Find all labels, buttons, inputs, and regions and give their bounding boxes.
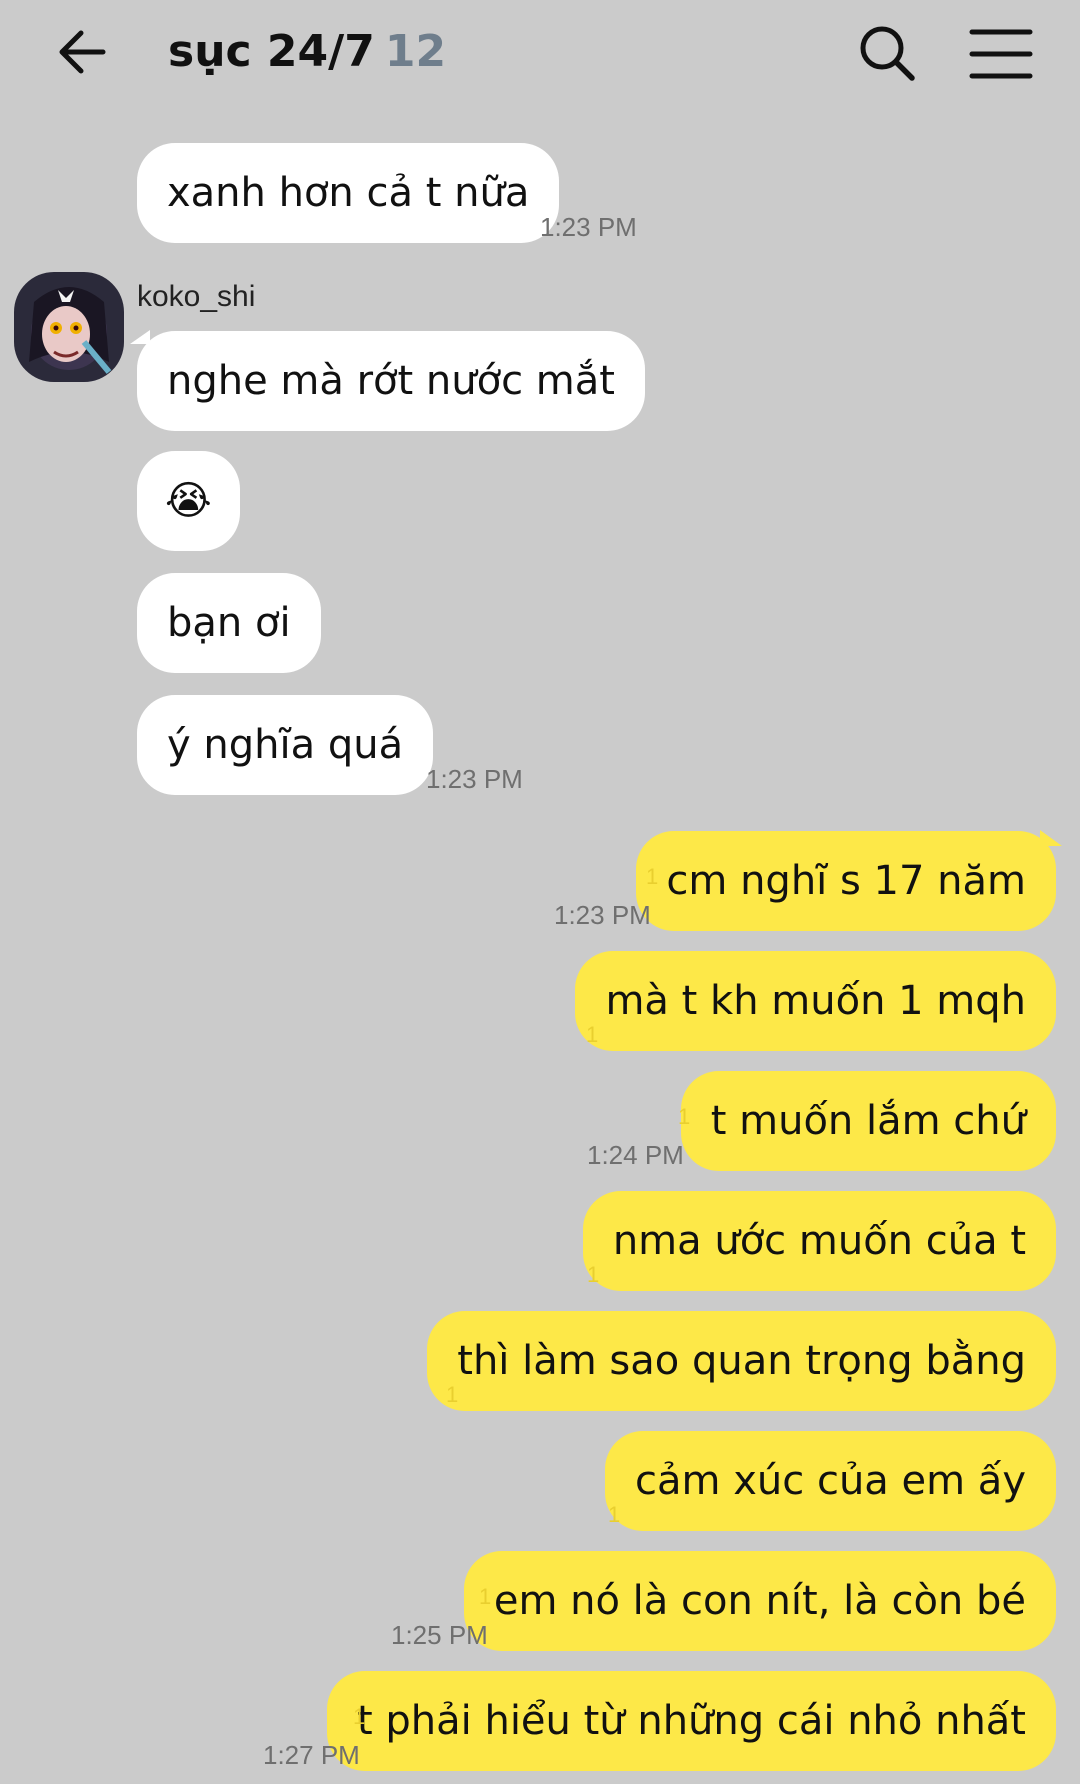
sender-name[interactable]: koko_shi xyxy=(137,280,255,314)
incoming-emoji-bubble[interactable]: 😭 xyxy=(137,451,240,551)
chat-header: sục 24/7 12 xyxy=(0,0,1080,104)
back-button[interactable] xyxy=(52,22,112,82)
menu-button[interactable] xyxy=(966,22,1036,86)
incoming-message-bubble[interactable]: bạn ơi xyxy=(137,573,321,673)
incoming-message-bubble[interactable]: nghe mà rớt nước mắt xyxy=(137,331,645,431)
unread-count: 1 xyxy=(646,864,659,889)
avatar[interactable] xyxy=(14,272,124,382)
arrow-left-icon xyxy=(59,30,106,74)
outgoing-message-bubble[interactable]: t phải hiểu từ những cái nhỏ nhất xyxy=(326,1671,1056,1771)
search-button[interactable] xyxy=(856,22,920,86)
unread-count: 1 xyxy=(479,1584,492,1609)
message-time: 1:23 PM xyxy=(426,764,523,794)
incoming-message-bubble[interactable]: ý nghĩa quá xyxy=(137,695,434,795)
message-time: 1:23 PM xyxy=(554,900,651,930)
incoming-message-bubble[interactable]: xanh hơn cả t nữa xyxy=(137,143,560,243)
outgoing-message-bubble[interactable]: em nó là con nít, là còn bé xyxy=(463,1551,1056,1651)
unread-count: 1 xyxy=(608,1502,621,1527)
outgoing-message-bubble[interactable]: mà t kh muốn 1 mqh xyxy=(575,951,1056,1051)
unread-count: 1 xyxy=(678,1104,691,1129)
outgoing-message-bubble[interactable]: nma ước muốn của t xyxy=(582,1191,1056,1291)
hamburger-menu-icon xyxy=(969,29,1033,79)
message-time: 1:23 PM xyxy=(540,212,637,242)
outgoing-message-bubble[interactable]: t muốn lắm chứ xyxy=(680,1071,1056,1171)
outgoing-message-bubble[interactable]: cm nghĩ s 17 năm xyxy=(636,831,1056,931)
message-time: 1:27 PM xyxy=(263,1740,360,1770)
chat-name: sục 24/7 xyxy=(168,26,375,77)
message-time: 1:24 PM xyxy=(587,1140,684,1170)
member-count: 12 xyxy=(384,26,447,77)
avatar-image xyxy=(14,272,124,382)
message-time: 1:25 PM xyxy=(391,1620,488,1650)
outgoing-message-bubble[interactable]: thì làm sao quan trọng bằng xyxy=(427,1311,1056,1411)
outgoing-message-bubble[interactable]: cảm xúc của em ấy xyxy=(605,1431,1056,1531)
unread-count: 1 xyxy=(586,1022,599,1047)
search-icon xyxy=(860,26,915,81)
unread-count: 1 xyxy=(353,1704,366,1729)
unread-count: 1 xyxy=(587,1262,600,1287)
unread-count: 1 xyxy=(446,1382,459,1407)
chat-title: sục 24/7 12 xyxy=(168,22,446,82)
